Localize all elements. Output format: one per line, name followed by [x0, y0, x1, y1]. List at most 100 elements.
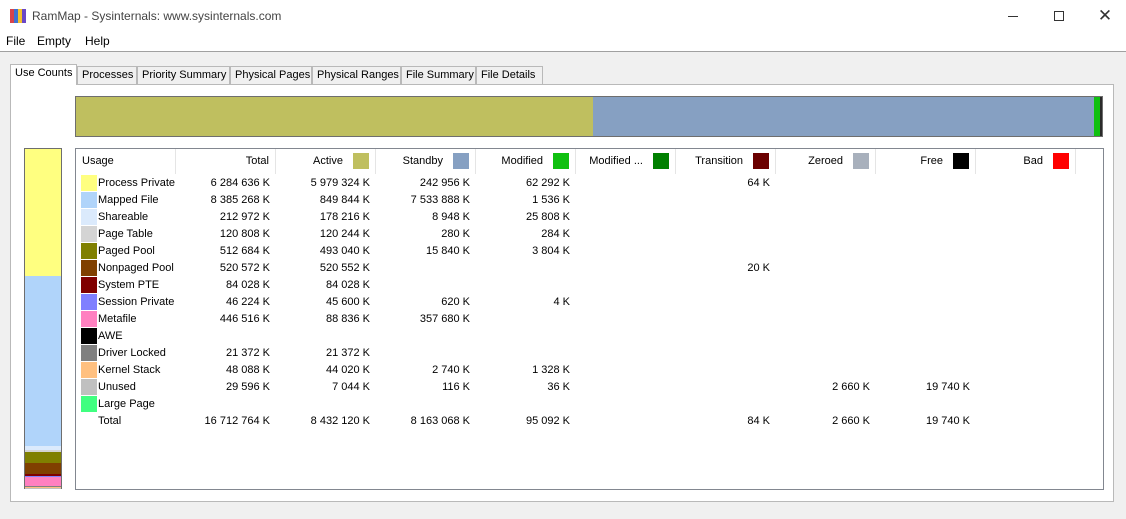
column-header-label: Standby	[402, 155, 443, 167]
menu-bar: File Empty Help	[0, 32, 1126, 52]
usage-color-swatch	[81, 226, 97, 242]
table-row[interactable]: Driver Locked 21 372 K 21 372 K	[76, 345, 1103, 362]
usage-label: Total	[98, 415, 122, 427]
tab-processes[interactable]: Processes	[77, 66, 137, 84]
usage-label: Kernel Stack	[98, 364, 161, 376]
cell-transition: 84 K	[747, 415, 770, 427]
legend-swatch-free	[953, 153, 969, 169]
legend-swatch-bad	[1053, 153, 1069, 169]
column-header-transition[interactable]: Transition	[676, 149, 776, 174]
cell-total: 6 284 636 K	[210, 177, 270, 189]
usage-label: Shareable	[98, 211, 149, 223]
legend-swatch-transition	[753, 153, 769, 169]
legend-swatch-active	[353, 153, 369, 169]
column-header-label: Zeroed	[808, 155, 843, 167]
menu-file[interactable]: File	[4, 34, 27, 48]
maximize-button[interactable]	[1036, 0, 1082, 32]
use-counts-table[interactable]: Usage Total Active Standby Modified Modified …	[75, 148, 1104, 490]
window-title: RamMap - Sysinternals: www.sysinternals.…	[32, 9, 282, 23]
column-header-modified[interactable]: Modified ...	[576, 149, 676, 174]
cell-modified: 95 092 K	[525, 415, 570, 427]
cell-standby: 116 K	[442, 381, 470, 393]
column-header-standby[interactable]: Standby	[376, 149, 476, 174]
memory-state-bar	[75, 96, 1103, 137]
usage-color-swatch	[81, 396, 97, 412]
bar-segment-unused	[25, 488, 61, 489]
usage-label: Paged Pool	[98, 245, 155, 257]
column-header-label: Free	[920, 155, 943, 167]
cell-active: 849 844 K	[319, 194, 370, 206]
cell-free: 19 740 K	[925, 415, 970, 427]
table-row[interactable]: Page Table 120 808 K 120 244 K 280 K 284 K	[76, 226, 1103, 243]
usage-label: Process Private	[98, 177, 176, 189]
tab-file-details[interactable]: File Details	[476, 66, 543, 84]
usage-label: AWE	[98, 330, 123, 342]
tab-physical-ranges[interactable]: Physical Ranges	[312, 66, 401, 84]
column-header-label: Transition	[695, 155, 743, 167]
table-row[interactable]: AWE	[76, 328, 1103, 345]
column-header-label: Usage	[82, 155, 114, 167]
app-icon-stripe	[22, 9, 26, 23]
table-row[interactable]: Large Page	[76, 396, 1103, 413]
usage-color-swatch	[81, 260, 97, 276]
table-row[interactable]: Mapped File 8 385 268 K 849 844 K 7 533 888…	[76, 192, 1103, 209]
tab-use-counts[interactable]: Use Counts	[10, 64, 77, 85]
bar-segment-nonpaged-pool	[25, 463, 61, 474]
memory-usage-bar	[24, 148, 62, 489]
column-header-total[interactable]: Total	[176, 149, 276, 174]
usage-color-swatch	[81, 277, 97, 293]
usage-label: Unused	[98, 381, 136, 393]
cell-standby: 620 K	[441, 296, 470, 308]
table-row[interactable]: Process Private 6 284 636 K 5 979 324 K 242…	[76, 175, 1103, 192]
column-header-free[interactable]: Free	[876, 149, 976, 174]
usage-color-swatch	[81, 243, 97, 259]
cell-standby: 8 163 068 K	[410, 415, 470, 427]
cell-standby: 2 740 K	[432, 364, 470, 376]
column-header-zeroed[interactable]: Zeroed	[776, 149, 876, 174]
menu-empty[interactable]: Empty	[35, 34, 73, 48]
cell-total: 16 712 764 K	[204, 415, 270, 427]
cell-transition: 20 K	[747, 262, 770, 274]
column-header-bad[interactable]: Bad	[976, 149, 1076, 174]
maximize-icon	[1054, 11, 1064, 21]
table-row[interactable]: Metafile 446 516 K 88 836 K 357 680 K	[76, 311, 1103, 328]
usage-label: Session Private	[98, 296, 175, 308]
tab-physical-pages[interactable]: Physical Pages	[230, 66, 312, 84]
cell-standby: 15 840 K	[425, 245, 470, 257]
table-row[interactable]: Paged Pool 512 684 K 493 040 K 15 840 K 3 80…	[76, 243, 1103, 260]
minimize-button[interactable]	[990, 0, 1036, 32]
table-row[interactable]: Kernel Stack 48 088 K 44 020 K 2 740 K 1 328…	[76, 362, 1103, 379]
column-header-usage[interactable]: Usage	[76, 149, 176, 174]
cell-total: 84 028 K	[225, 279, 270, 291]
cell-active: 178 216 K	[319, 211, 370, 223]
cell-modified: 36 K	[547, 381, 570, 393]
usage-label: Mapped File	[98, 194, 159, 206]
table-row[interactable]: Nonpaged Pool 520 572 K 520 552 K 20 K	[76, 260, 1103, 277]
table-row[interactable]: System PTE 84 028 K 84 028 K	[76, 277, 1103, 294]
column-header-active[interactable]: Active	[276, 149, 376, 174]
cell-total: 512 684 K	[219, 245, 270, 257]
legend-swatch-modified	[653, 153, 669, 169]
cell-total: 48 088 K	[225, 364, 270, 376]
column-header-label: Modified ...	[589, 155, 643, 167]
usage-label: Page Table	[98, 228, 153, 240]
usage-label: System PTE	[98, 279, 160, 291]
column-header-modified[interactable]: Modified	[476, 149, 576, 174]
table-row[interactable]: Unused 29 596 K 7 044 K 116 K 36 K 2 660 K 19 …	[76, 379, 1103, 396]
usage-color-swatch	[81, 192, 97, 208]
cell-total: 120 808 K	[219, 228, 270, 240]
cell-modified: 1 536 K	[532, 194, 570, 206]
table-header: Usage Total Active Standby Modified Modified …	[76, 149, 1103, 174]
cell-active: 44 020 K	[325, 364, 370, 376]
usage-label: Metafile	[98, 313, 137, 325]
close-button[interactable]: ✕	[1082, 0, 1126, 32]
table-row[interactable]: Total 16 712 764 K 8 432 120 K 8 163 068 K 9…	[76, 413, 1103, 430]
usage-label: Driver Locked	[98, 347, 166, 359]
table-row[interactable]: Shareable 212 972 K 178 216 K 8 948 K 25 808…	[76, 209, 1103, 226]
usage-label: Large Page	[98, 398, 155, 410]
tab-priority-summary[interactable]: Priority Summary	[137, 66, 230, 84]
cell-zeroed: 2 660 K	[832, 381, 870, 393]
tab-file-summary[interactable]: File Summary	[401, 66, 476, 84]
table-row[interactable]: Session Private 46 224 K 45 600 K 620 K 4 K	[76, 294, 1103, 311]
menu-help[interactable]: Help	[83, 34, 112, 48]
